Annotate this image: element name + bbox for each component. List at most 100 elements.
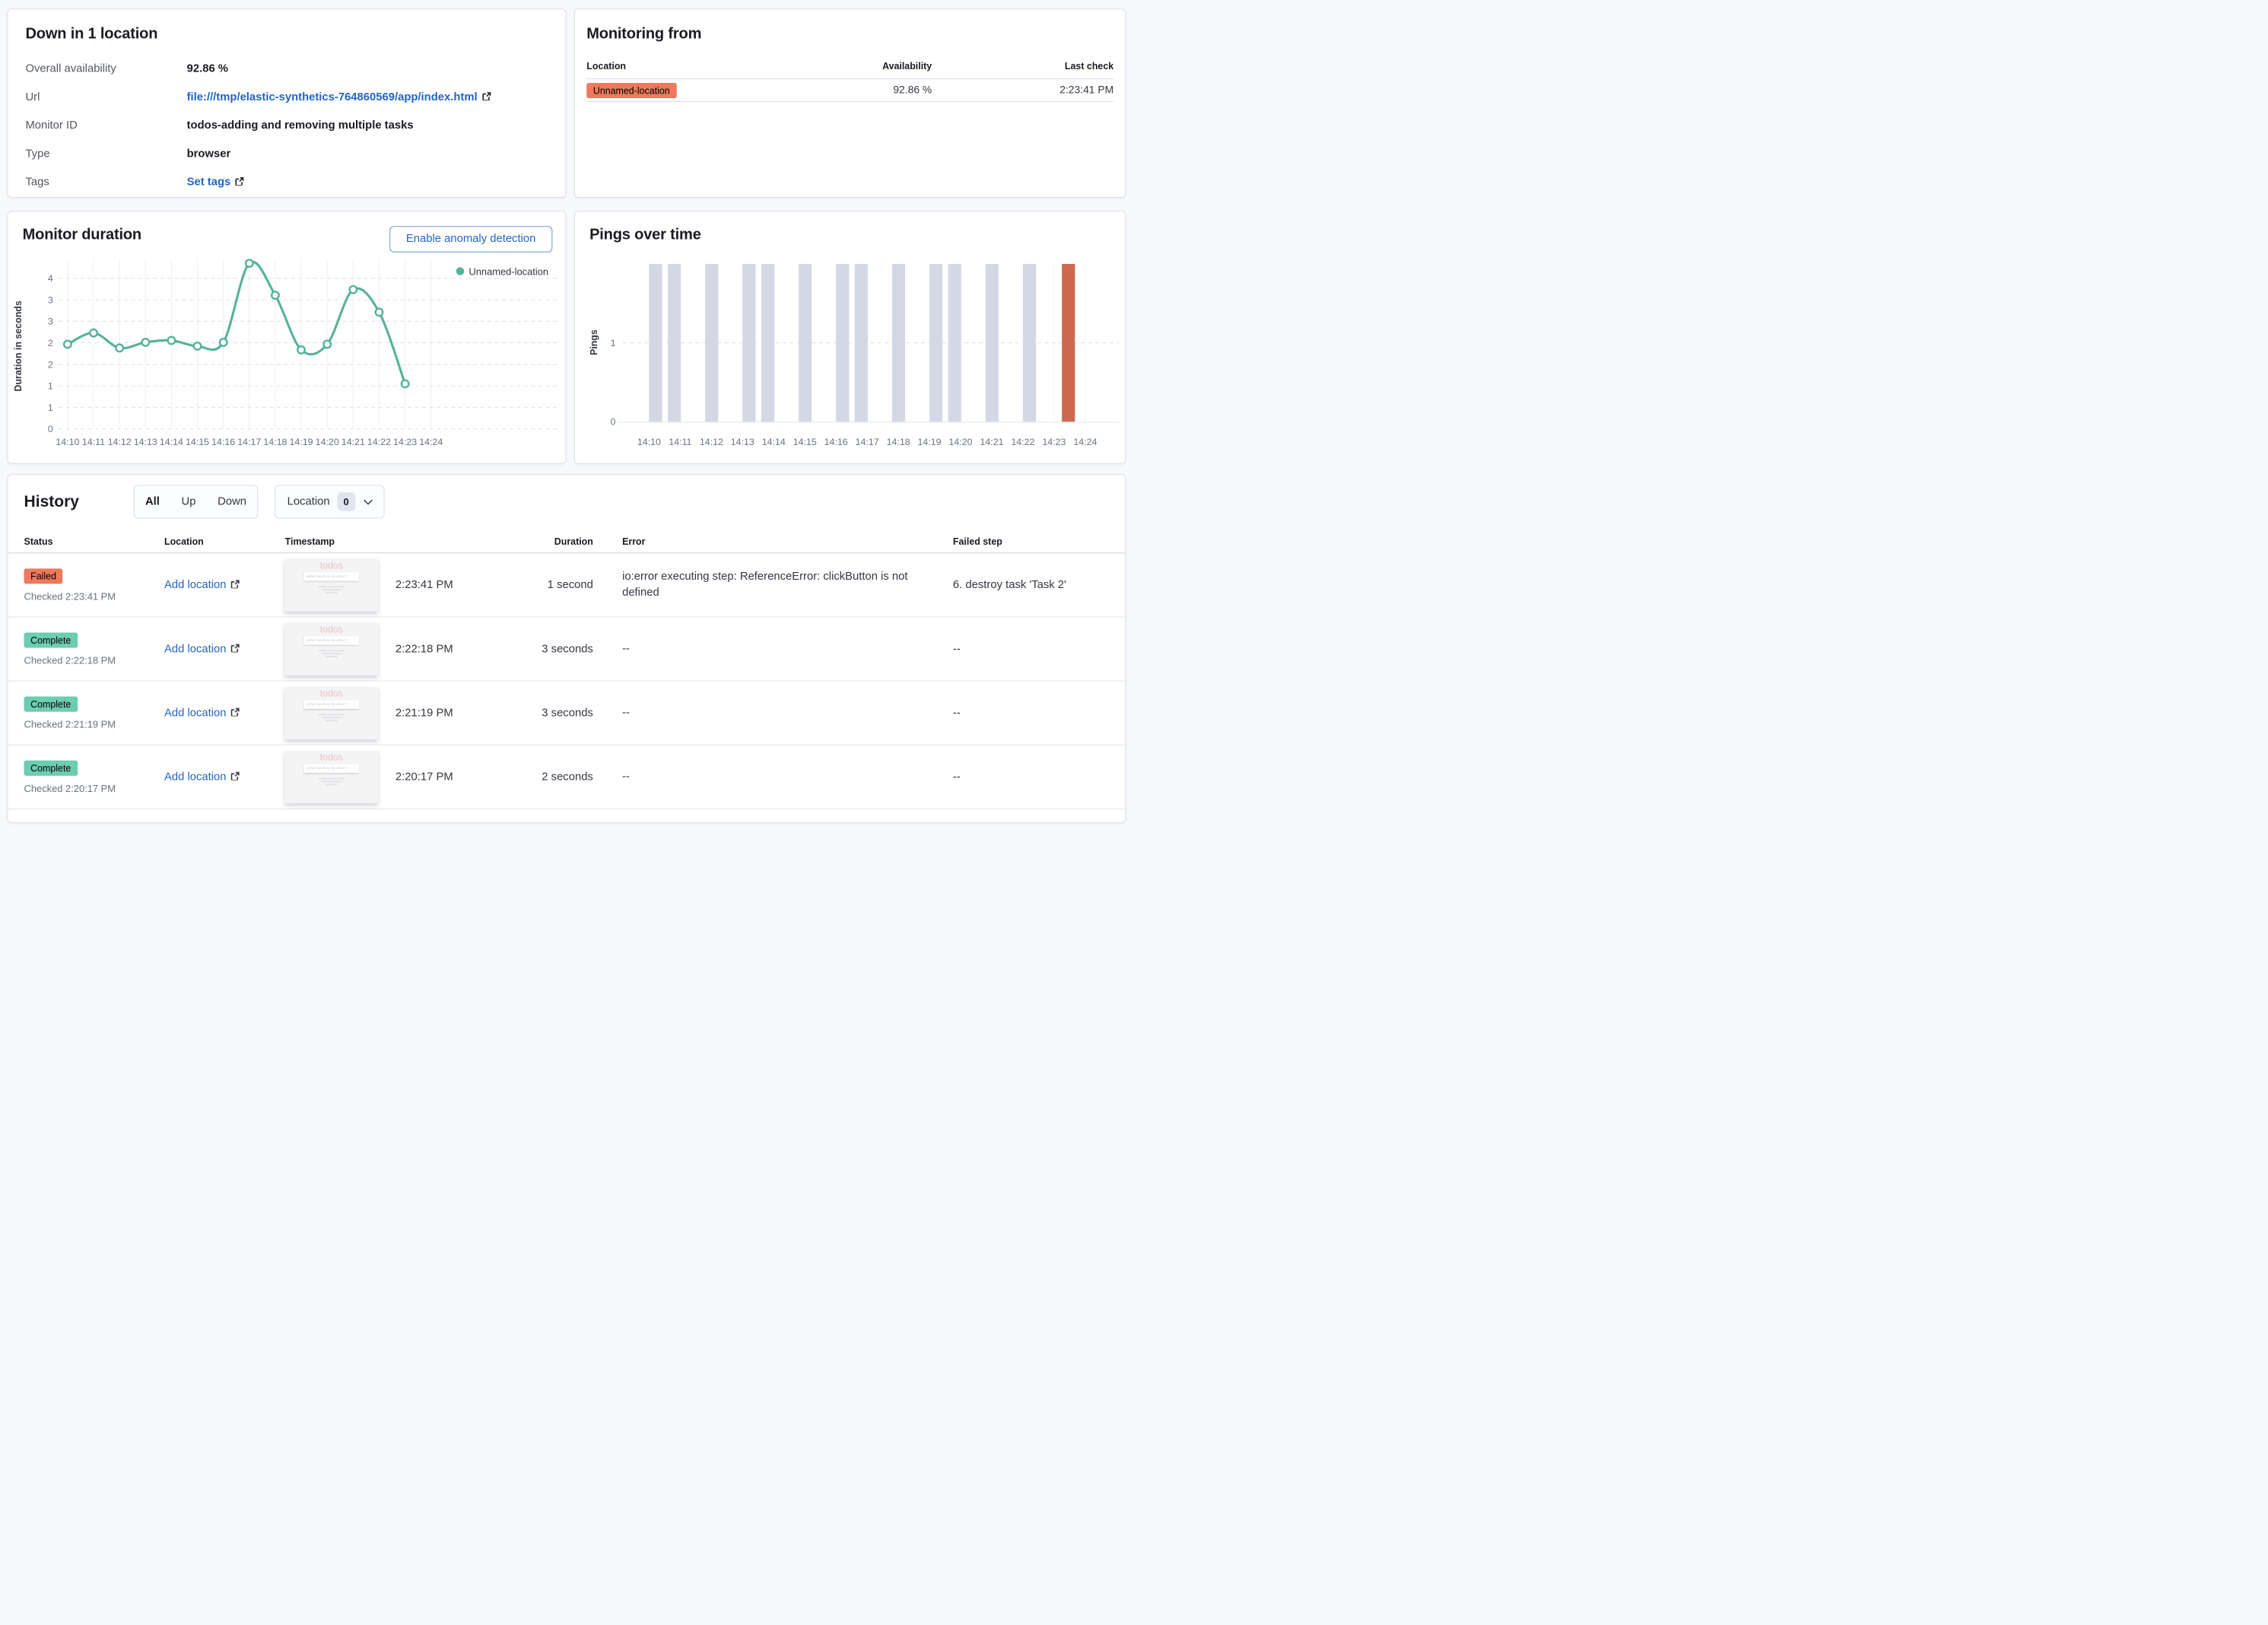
checked-timestamp: Checked 2:21:19 PM [24,718,116,730]
duration-data-point [322,339,332,349]
pings-x-tick-label: 14:13 [731,437,754,447]
last-check-value: 2:23:41 PM [1059,84,1114,97]
duration-x-tick-label: 14:10 [56,437,79,447]
pings-y-tick-label: 1 [611,338,616,348]
add-location-link[interactable]: Add location [164,706,227,718]
external-link-icon [231,579,240,588]
thumbnail-text-lines [285,714,378,722]
enable-anomaly-detection-button[interactable]: Enable anomaly detection [389,226,553,253]
location-filter-button[interactable]: Location 0 [275,485,385,519]
thumbnail-input-placeholder: What needs to be done? [303,636,360,645]
status-badge: Complete [24,760,78,776]
failed-step-cell: -- [952,642,961,655]
duration-data-points[interactable] [62,259,410,389]
description-row: Type browser [25,148,548,161]
description-label: Url [25,91,40,103]
location-cell: Add location [164,706,273,719]
duration-data-point [374,307,384,317]
history-table-header: Status Location Timestamp Duration Error Fail… [8,536,1126,554]
pings-over-time-chart[interactable]: 1 0 14:10 14:11 14:12 14:13 14:14 14:15 14:16 14:… [575,252,1126,457]
step-screenshot-thumbnail[interactable]: todos What needs to be done? [284,558,378,612]
external-link-icon [231,708,240,717]
duration-x-tick-label: 14:19 [290,437,313,447]
description-row: Tags Set tags [25,176,548,189]
thumbnail-input-placeholder: What needs to be done? [303,572,360,581]
duration-y-tick-label: 3 [48,294,53,305]
set-tags-link[interactable]: Set tags [187,176,231,188]
history-table-body: Failed Checked 2:23:41 PM Add location todo… [8,553,1126,809]
duration-data-point [270,291,280,301]
ping-bar-up [1022,263,1037,422]
add-location-link[interactable]: Add location [164,578,227,590]
monitor-duration-chart[interactable]: 4332211014:10 14:11 14:12 14:13 14:14 14:15 14… [8,252,567,457]
external-link-icon [231,771,240,781]
thumbnail-app-title: todos [319,752,344,763]
step-screenshot-thumbnail[interactable]: todos What needs to be done? [284,751,378,804]
location-count-badge: 0 [337,492,356,511]
duration-y-tick-label: 2 [48,338,53,348]
duration-x-tick-label: 14:18 [263,437,287,447]
monitoring-table-row: Unnamed-location 92.86 % 2:23:41 PM [586,79,1114,102]
chevron-down-icon [363,496,373,507]
location-cell: Add location [164,771,273,784]
filter-down-button[interactable]: Down [207,485,258,517]
duration-x-tick-label: 14:20 [316,437,339,447]
filter-up-button[interactable]: Up [170,485,207,517]
duration-y-tick-label: 4 [48,273,53,284]
monitor-duration-title: Monitor duration [22,226,142,243]
pings-x-tick-label: 14:16 [824,437,848,447]
pings-y-tick-label: 0 [611,417,616,428]
duration-data-point [244,259,254,269]
pings-x-tick-label: 14:18 [887,437,910,447]
timestamp-cell: 2:21:19 PM [395,706,453,719]
filter-all-button[interactable]: All [135,485,171,517]
column-header-last-check: Last check [1064,60,1114,72]
duration-x-tick-label: 14:22 [367,437,391,447]
duration-cell: 2 seconds [542,770,593,783]
duration-x-tick-label: 14:12 [108,437,132,447]
add-location-link[interactable]: Add location [164,642,227,654]
history-column-header: Failed step [952,536,1002,547]
duration-x-tick-label: 14:23 [393,437,417,447]
checked-timestamp: Checked 2:20:17 PM [24,782,116,794]
timestamp-cell: 2:20:17 PM [395,770,453,783]
checked-timestamp: Checked 2:23:41 PM [24,590,116,602]
failed-step-cell: 6. destroy task 'Task 2' [952,578,1066,591]
thumbnail-text-lines [285,650,378,657]
duration-data-point [348,285,358,294]
step-screenshot-thumbnail[interactable]: todos What needs to be done? [284,623,378,676]
pings-x-tick-label: 14:15 [793,437,817,447]
external-link-icon [482,92,491,101]
chart-legend[interactable]: Unnamed-location [456,266,548,277]
history-row: Complete Checked 2:22:18 PM Add location to… [8,617,1126,682]
monitoring-from-table: Location Availability Last check Unnamed… [586,56,1114,102]
checked-timestamp: Checked 2:22:18 PM [24,654,116,666]
pings-x-tick-label: 14:19 [918,437,942,447]
legend-dot-icon [456,267,465,275]
description-value: browser [186,148,231,161]
description-label: Tags [25,176,49,189]
status-cell: Complete Checked 2:22:18 PM [24,631,155,666]
failed-step-cell: -- [952,770,961,783]
history-column-header: Error [622,536,646,547]
monitor-url-link[interactable]: file:///tmp/elastic-synthetics-764860569… [187,91,478,103]
ping-bar-up [649,263,662,422]
step-screenshot-thumbnail[interactable]: todos What needs to be done? [284,687,378,739]
duration-cell: 3 seconds [542,706,593,719]
duration-y-tick-label: 2 [48,360,53,370]
timestamp-cell: 2:23:41 PM [395,578,453,591]
monitor-duration-panel: Monitor duration Enable anomaly detectio… [7,211,567,464]
add-location-link[interactable]: Add location [164,771,227,783]
external-link-icon [231,644,240,652]
ping-bar-up [854,263,868,422]
thumbnail-app-title: todos [319,688,344,699]
duration-x-tick-label: 14:14 [160,437,183,447]
pings-over-time-title: Pings over time [589,226,701,243]
duration-y-tick-label: 0 [48,424,53,434]
description-label: Overall availability [25,62,116,75]
duration-data-point [400,379,410,389]
history-row: Complete Checked 2:20:17 PM Add location to… [8,746,1126,809]
pings-x-tick-label: 14:10 [637,437,661,447]
duration-data-point [192,341,202,351]
history-column-header: Duration [554,536,593,547]
